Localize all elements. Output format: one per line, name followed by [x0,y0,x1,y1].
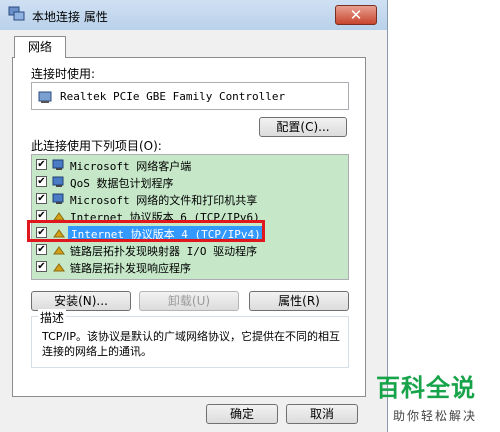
network-connection-icon [8,6,25,21]
checkbox[interactable]: ✔ [36,244,47,255]
watermark: 百科全说 助你轻松解决 [376,368,494,424]
file-share-icon [52,193,64,204]
checkbox[interactable]: ✔ [36,159,47,170]
uninstall-button[interactable]: 卸载(U) [139,291,239,311]
highlight-box [27,220,265,242]
tab-network[interactable]: 网络 [14,36,66,58]
install-button[interactable]: 安装(N)... [31,291,131,311]
network-adapter-icon [38,91,52,103]
connect-using-label: 连接时使用: [31,67,96,81]
items-label: 此连接使用下列项目(O): [31,139,162,153]
ok-button[interactable]: 确定 [206,404,278,424]
description-text: TCP/IP。该协议是默认的广域网络协议，它提供在不同的相互连接的网络上的通讯。 [42,330,340,358]
list-item[interactable]: ✔ Microsoft 网络的文件和打印机共享 [36,191,336,207]
properties-button[interactable]: 属性(R) [249,291,349,311]
item-label: Microsoft 网络的文件和打印机共享 [70,194,258,207]
components-list[interactable]: ✔ Microsoft 网络客户端 ✔ QoS 数据包计划程序 ✔ Micros… [31,154,349,280]
checkbox[interactable]: ✔ [36,176,47,187]
item-label: Microsoft 网络客户端 [70,160,192,173]
item-label: 链路层拓扑发现映射器 I/O 驱动程序 [70,245,258,258]
list-item[interactable]: ✔ Microsoft 网络客户端 [36,157,336,173]
qos-icon [52,176,64,187]
device-field: Realtek PCIe GBE Family Controller [31,82,349,110]
checkbox[interactable]: ✔ [36,193,47,204]
protocol-icon [53,263,65,272]
properties-window: 本地连接 属性 ✕ 网络 连接时使用: Realtek PCIe GBE Fam… [0,0,388,432]
item-label: 链路层拓扑发现响应程序 [70,262,191,275]
device-name: Realtek PCIe GBE Family Controller [60,90,286,103]
list-item[interactable]: ✔ QoS 数据包计划程序 [36,174,336,190]
list-item[interactable]: ✔ 链路层拓扑发现映射器 I/O 驱动程序 [36,242,336,258]
configure-button[interactable]: 配置(C)... [259,117,347,137]
window-title: 本地连接 属性 [32,10,108,24]
protocol-icon [53,246,65,255]
close-button[interactable]: ✕ [335,5,377,25]
watermark-title: 百科全说 [376,374,476,402]
description-group: 描述 TCP/IP。该协议是默认的广域网络协议，它提供在不同的相互连接的网络上的… [31,309,349,368]
cancel-button[interactable]: 取消 [286,404,358,424]
description-label: 描述 [38,309,67,326]
title-bar: 本地连接 属性 ✕ [0,0,387,30]
network-client-icon [52,159,64,170]
item-label: QoS 数据包计划程序 [70,177,174,190]
watermark-subtitle: 助你轻松解决 [392,409,477,423]
checkbox[interactable]: ✔ [36,261,47,272]
list-item[interactable]: ✔ 链路层拓扑发现响应程序 [36,259,336,275]
